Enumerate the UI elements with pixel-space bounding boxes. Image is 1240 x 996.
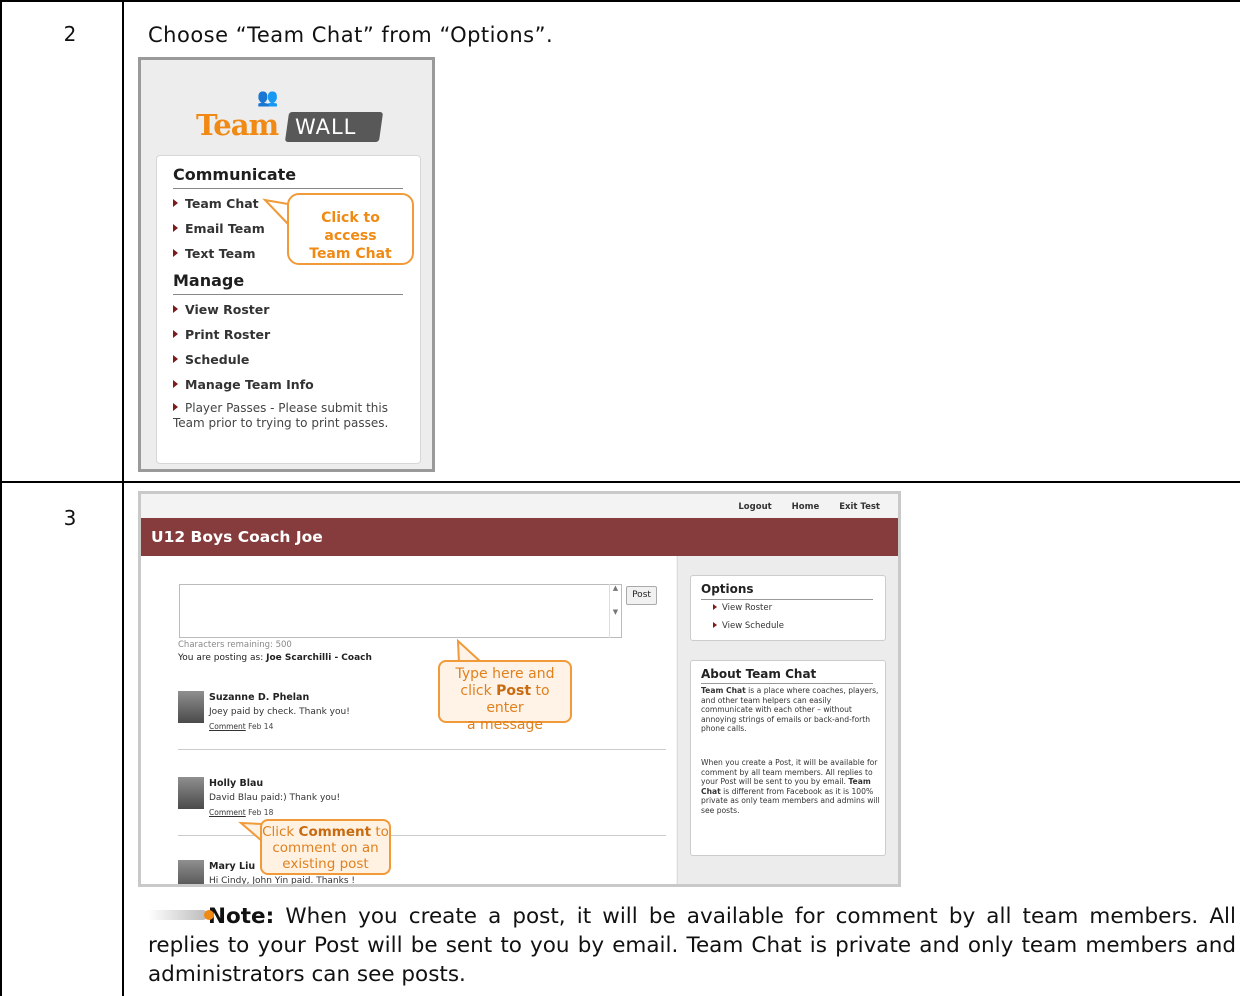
- logo-team-text: Team: [196, 108, 279, 142]
- table-top-border: [0, 0, 1240, 2]
- instruction-table: 2 Choose “Team Chat” from “Options”. 👥 T…: [0, 0, 1240, 996]
- textarea-scrollbar[interactable]: ▲ ▼: [609, 584, 621, 638]
- note-text: When you create a post, it will be avail…: [148, 904, 1236, 987]
- arrow-right-icon: [173, 199, 178, 207]
- avatar: [178, 860, 204, 884]
- panel-title: About Team Chat: [701, 667, 817, 681]
- panel-rule: [701, 599, 873, 600]
- logo-wall-text: WALL: [295, 115, 357, 139]
- post-author: Holly Blau: [209, 778, 264, 789]
- post-message: Hi Cindy, John Yin paid. Thanks !: [209, 876, 356, 886]
- post-author: Suzanne D. Phelan: [209, 692, 310, 703]
- logo-wall-badge: WALL: [284, 112, 384, 142]
- table-column-divider: [122, 0, 124, 996]
- option-view-roster[interactable]: View Roster: [713, 603, 772, 613]
- section-rule: [173, 188, 403, 189]
- menu-item-print-roster[interactable]: Print Roster: [173, 327, 270, 342]
- avatar: [178, 777, 204, 809]
- post-meta: Comment Feb 18: [209, 808, 274, 817]
- menu-item-manage-team-info[interactable]: Manage Team Info: [173, 377, 314, 392]
- arrow-right-icon: [173, 355, 178, 363]
- arrow-right-icon: [173, 305, 178, 313]
- menu-item-schedule[interactable]: Schedule: [173, 352, 249, 367]
- callout-click-team-chat: Click to access Team Chat: [287, 193, 414, 265]
- post-button[interactable]: Post: [626, 586, 657, 605]
- note-icon: [148, 910, 214, 920]
- post-separator: [178, 749, 666, 750]
- menu-item-player-passes[interactable]: Player Passes - Please submit this Team …: [173, 401, 393, 431]
- characters-remaining: Characters remaining: 500: [178, 640, 292, 650]
- team-banner: U12 Boys Coach Joe: [141, 518, 898, 556]
- arrow-right-icon: [173, 380, 178, 388]
- arrow-right-icon: [173, 249, 178, 257]
- chat-feed: ▲ ▼ Post Characters remaining: 500 You ar…: [141, 556, 676, 886]
- arrow-right-icon: [173, 224, 178, 232]
- about-panel: About Team Chat Team Chat is a place whe…: [690, 660, 886, 856]
- post-message: David Blau paid:) Thank you!: [209, 793, 341, 803]
- option-view-schedule[interactable]: View Schedule: [713, 621, 784, 631]
- panel-title: Options: [701, 582, 754, 596]
- banner-title: U12 Boys Coach Joe: [151, 528, 323, 546]
- post-author: Mary Liu: [209, 861, 256, 872]
- team-chat-screenshot: Logout Home Exit Test U12 Boys Coach Joe…: [138, 491, 901, 887]
- section-rule: [173, 294, 403, 295]
- post-textarea[interactable]: [179, 584, 622, 638]
- arrow-right-icon: [713, 622, 717, 628]
- post-meta: Comment Feb 14: [209, 722, 274, 731]
- arrow-right-icon: [173, 330, 178, 338]
- note-label: Note:: [208, 904, 275, 929]
- teamwall-logo: 👥 Team WALL: [183, 88, 393, 148]
- posting-as: You are posting as: Joe Scarchilli - Coa…: [178, 653, 372, 663]
- people-icon: 👥: [257, 88, 279, 108]
- logout-link[interactable]: Logout: [738, 502, 771, 512]
- table-row-divider: [0, 481, 1240, 483]
- sidebar: Options View Roster View Schedule About …: [677, 556, 898, 884]
- step-number: 2: [63, 22, 77, 46]
- options-panel: Options View Roster View Schedule: [690, 575, 886, 641]
- exit-test-link[interactable]: Exit Test: [839, 502, 880, 512]
- table-left-border: [0, 0, 2, 996]
- menu-item-email-team[interactable]: Email Team: [173, 221, 265, 236]
- step-number: 3: [63, 506, 77, 530]
- note-paragraph: Note: When you create a post, it will be…: [148, 902, 1236, 989]
- post-message: Joey paid by check. Thank you!: [209, 707, 350, 717]
- avatar: [178, 691, 204, 723]
- comment-link[interactable]: Comment: [209, 722, 246, 731]
- about-paragraph-2: When you create a Post, it will be avail…: [701, 758, 880, 815]
- step-instruction: Choose “Team Chat” from “Options”.: [148, 23, 554, 47]
- arrow-right-icon: [713, 604, 717, 610]
- top-links: Logout Home Exit Test: [721, 502, 880, 512]
- callout-type-here: Type here and click Post to enter a mess…: [438, 660, 572, 733]
- menu-item-team-chat[interactable]: Team Chat: [173, 196, 259, 211]
- panel-rule: [701, 683, 873, 684]
- menu-item-text-team[interactable]: Text Team: [173, 246, 256, 261]
- posting-as-name: Joe Scarchilli - Coach: [266, 653, 372, 663]
- callout-click-comment: Click Comment to comment on an existing …: [260, 819, 391, 875]
- arrow-right-icon: [173, 403, 178, 411]
- comment-link[interactable]: Comment: [209, 808, 246, 817]
- section-heading-manage: Manage: [173, 271, 245, 290]
- home-link[interactable]: Home: [792, 502, 820, 512]
- about-paragraph-1: Team Chat is a place where coaches, play…: [701, 686, 879, 734]
- menu-item-view-roster[interactable]: View Roster: [173, 302, 269, 317]
- section-heading-communicate: Communicate: [173, 165, 297, 184]
